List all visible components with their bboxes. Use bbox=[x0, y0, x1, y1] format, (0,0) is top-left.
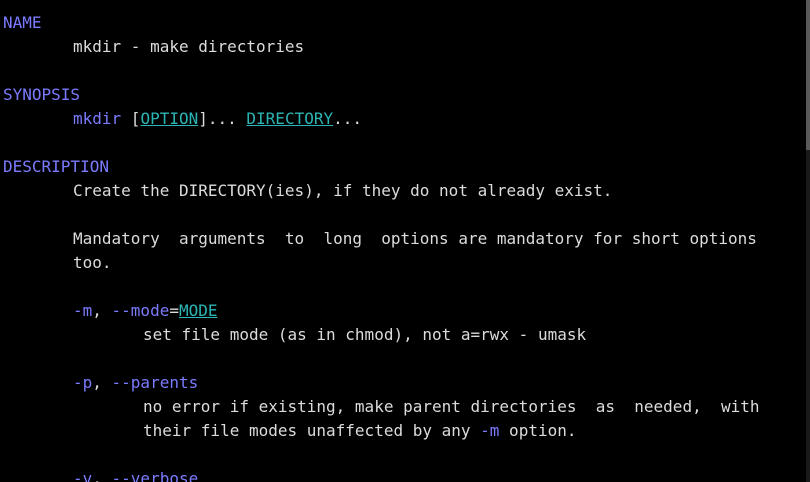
option-verbose-long: --verbose bbox=[111, 469, 199, 482]
option-verbose-short: -v bbox=[73, 469, 93, 482]
synopsis-command: mkdir bbox=[73, 109, 122, 128]
synopsis-ellipsis: ... bbox=[333, 109, 363, 128]
option-parents-description-2: their file modes unaffected by any -m op… bbox=[143, 419, 576, 443]
terminal-window[interactable]: NAME mkdir - make directories SYNOPSIS m… bbox=[0, 0, 806, 482]
synopsis-bracket-open: [ bbox=[121, 109, 141, 128]
option-mode-eq: = bbox=[169, 301, 179, 320]
option-parents-header: -p, --parents bbox=[73, 371, 198, 395]
section-heading-synopsis: SYNOPSIS bbox=[3, 85, 81, 104]
option-parents-long: --parents bbox=[111, 373, 199, 392]
scrollbar-thumb[interactable] bbox=[806, 0, 810, 150]
option-parents-description-1: no error if existing, make parent direct… bbox=[143, 397, 760, 416]
option-verbose-sep: , bbox=[92, 469, 112, 482]
option-mode-long: --mode bbox=[111, 301, 170, 320]
synopsis-directory-arg: DIRECTORY bbox=[246, 109, 334, 128]
scrollbar[interactable] bbox=[806, 0, 810, 482]
name-description: mkdir - make directories bbox=[73, 37, 305, 56]
option-parents-sep: , bbox=[92, 373, 112, 392]
section-heading-description: DESCRIPTION bbox=[3, 157, 109, 176]
option-mode-short: -m bbox=[73, 301, 93, 320]
synopsis-bracket-close: ]... bbox=[198, 109, 247, 128]
option-parents-desc2-text: their file modes unaffected by any bbox=[143, 421, 481, 440]
description-line-2: Mandatory arguments to long options are … bbox=[73, 229, 757, 248]
synopsis-line: mkdir [OPTION]... DIRECTORY... bbox=[73, 107, 362, 131]
synopsis-option-arg: OPTION bbox=[140, 109, 199, 128]
option-mode-header: -m, --mode=MODE bbox=[73, 299, 218, 323]
option-verbose-header: -v, --verbose bbox=[73, 467, 198, 482]
option-mode-description: set file mode (as in chmod), not a=rwx -… bbox=[143, 325, 587, 344]
option-mode-arg: MODE bbox=[178, 301, 218, 320]
option-parents-desc2-tail: option. bbox=[499, 421, 577, 440]
option-mode-sep: , bbox=[92, 301, 112, 320]
description-line-1: Create the DIRECTORY(ies), if they do no… bbox=[73, 181, 613, 200]
description-line-3: too. bbox=[73, 253, 112, 272]
option-parents-short: -p bbox=[73, 373, 93, 392]
option-parents-desc2-flag: -m bbox=[480, 421, 500, 440]
section-heading-name: NAME bbox=[3, 13, 42, 32]
